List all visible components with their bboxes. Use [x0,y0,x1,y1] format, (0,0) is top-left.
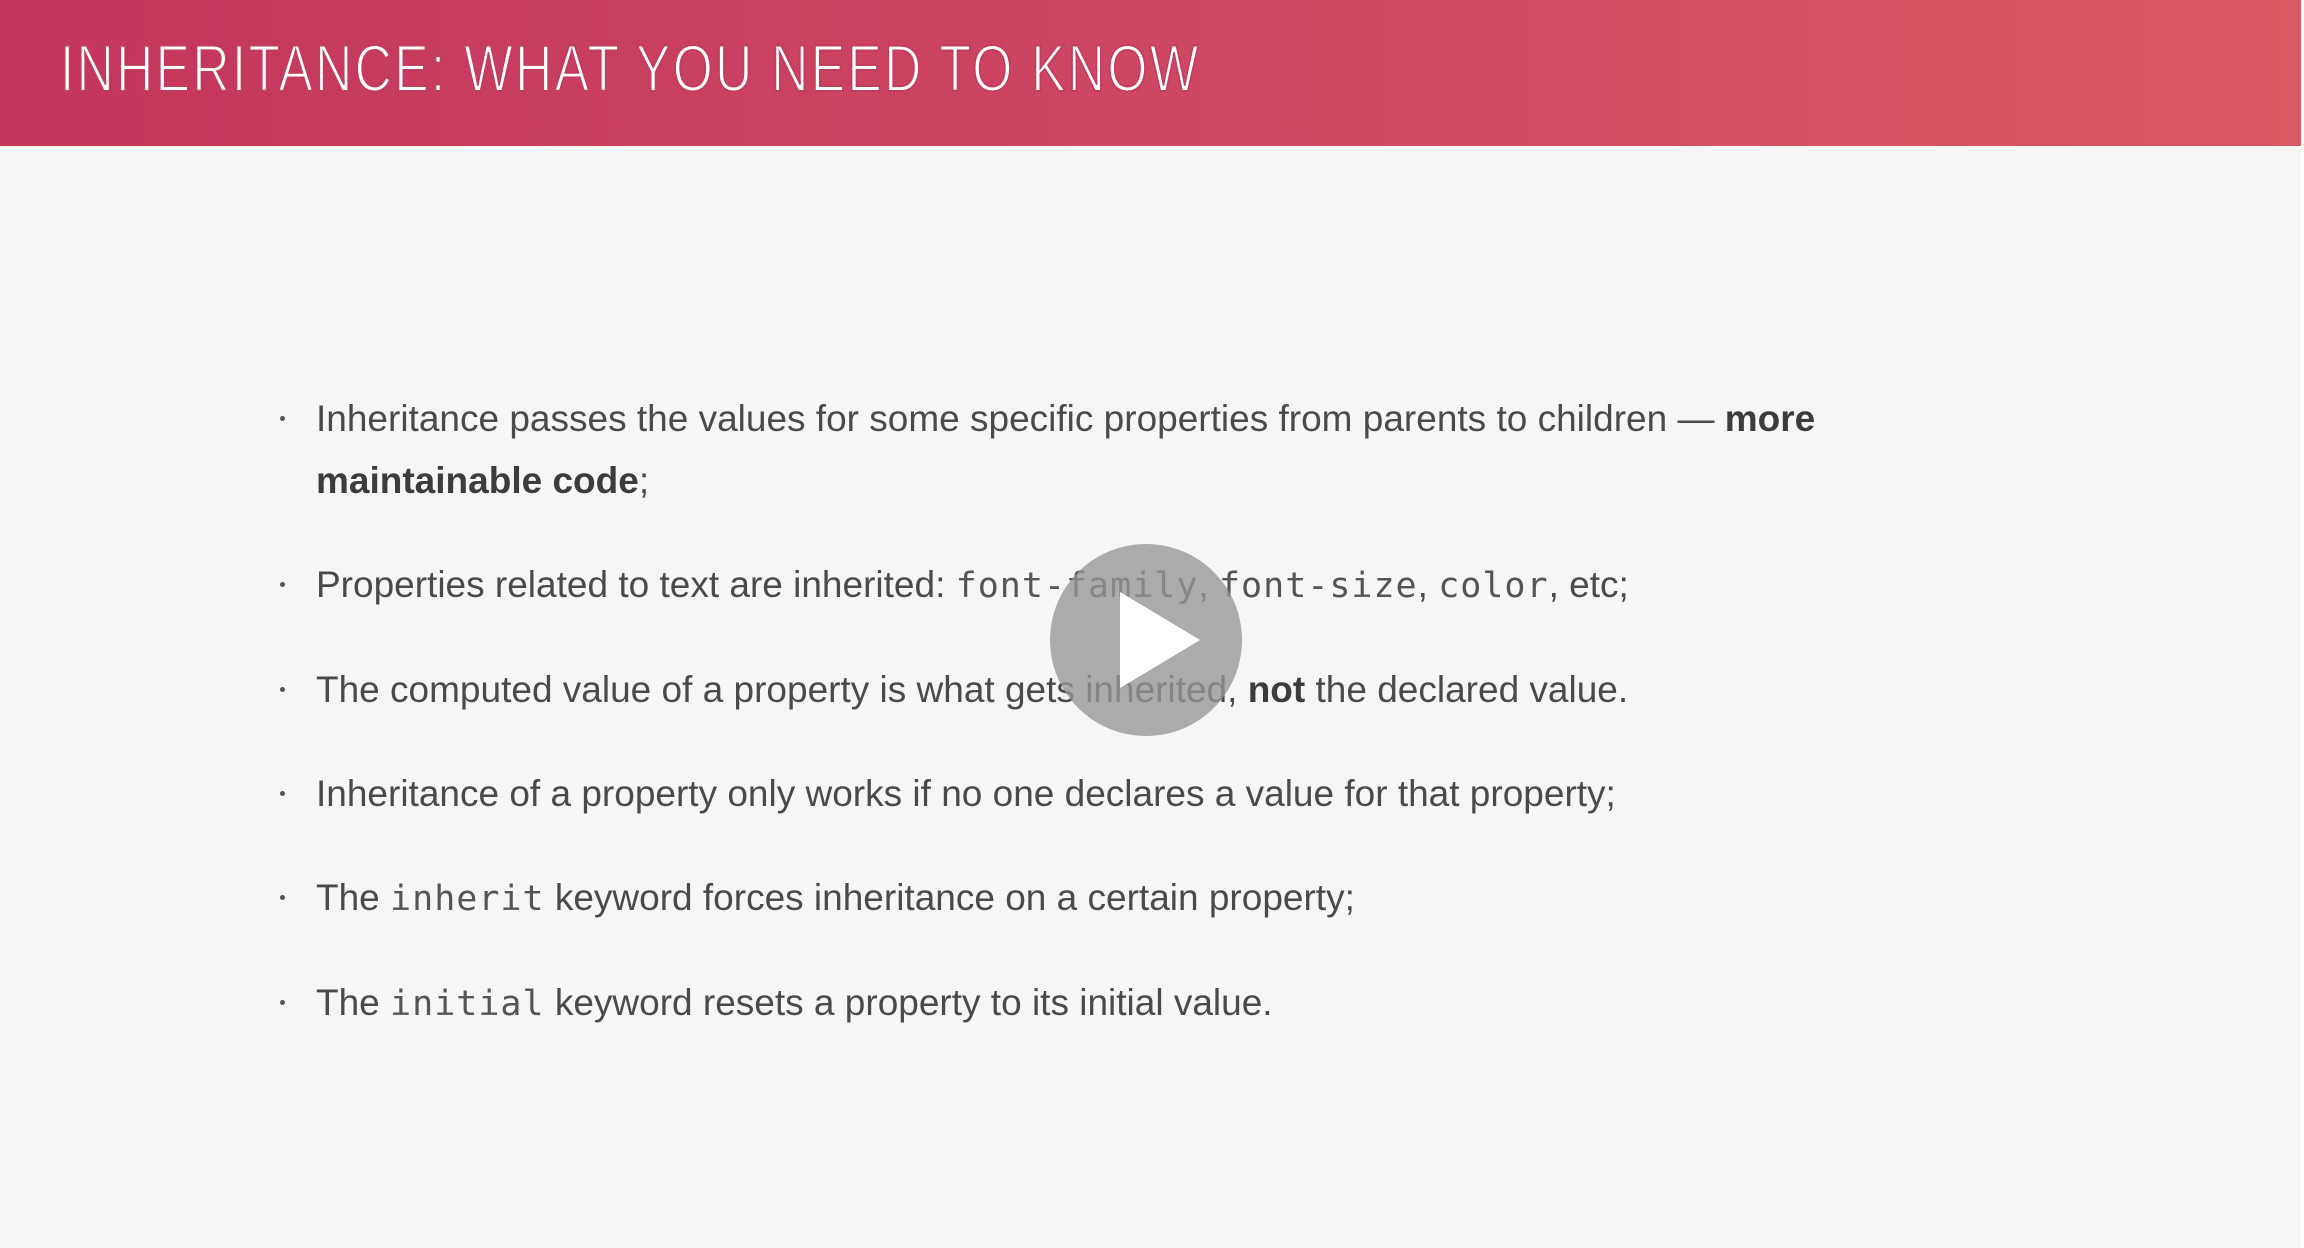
bullet-text: Inheritance passes the values for some s… [316,398,1725,439]
bullet-text: keyword resets a property to its initial… [544,982,1273,1023]
bullet-dot [280,895,285,900]
bullet-text: The [316,982,391,1023]
play-icon [1120,592,1200,688]
slide-header: INHERITANCE: WHAT YOU NEED TO KNOW [0,0,2301,146]
bullet-text: the declared value. [1305,669,1629,710]
bullet-text: The [316,877,391,918]
bullet-dot [280,416,285,421]
bullet-text: Properties related to text are inherited… [316,564,956,605]
slide-title: INHERITANCE: WHAT YOU NEED TO KNOW [59,30,1201,106]
bullet-text: , etc; [1548,564,1629,605]
bullet-dot [280,687,285,692]
bullet-text: keyword forces inheritance on a certain … [544,877,1355,918]
bullet-item: The inherit keyword forces inheritance o… [276,867,1976,930]
bullet-item: Inheritance passes the values for some s… [276,388,1976,512]
bullet-text: Inheritance of a property only works if … [316,773,1616,814]
bullet-item: The initial keyword resets a property to… [276,972,1976,1035]
bullet-text: , [1417,564,1439,605]
play-button[interactable] [1050,544,1242,736]
bullet-emphasis: not [1247,669,1306,710]
bullet-dot [280,582,285,587]
bullet-item: Inheritance of a property only works if … [276,763,1976,825]
bullet-text: ; [638,460,650,501]
slide: INHERITANCE: WHAT YOU NEED TO KNOW Inher… [0,0,2301,1248]
bullet-dot [280,1000,285,1005]
bullet-code: initial [390,984,545,1024]
bullet-code: inherit [390,879,545,919]
bullet-code: font-size [1218,566,1418,606]
bullet-code: color [1438,566,1549,606]
bullet-dot [280,791,285,796]
